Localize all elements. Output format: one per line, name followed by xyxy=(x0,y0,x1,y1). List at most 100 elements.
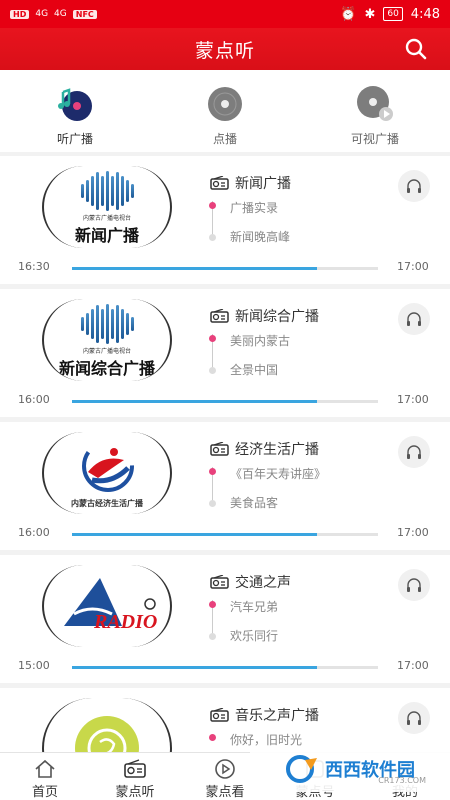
tab-visual-broadcast[interactable]: 可视广播 xyxy=(300,70,450,152)
radio-icon xyxy=(210,575,229,589)
progress-fill xyxy=(72,533,317,536)
watermark-logo xyxy=(286,755,317,783)
sound-wave-logo xyxy=(80,303,134,344)
status-network-2: 4G xyxy=(54,9,67,19)
watermark-subtext: CR173.COM xyxy=(378,776,426,785)
status-indicators: HD 4G 4G NFC xyxy=(10,9,97,19)
current-program-dot xyxy=(209,601,216,608)
program-start-time: 15:00 xyxy=(18,659,50,672)
next-program: 新闻晚高峰 xyxy=(230,230,291,244)
station-card[interactable]: 音乐之声广播 你好，旧时光 xyxy=(0,688,450,752)
play-icon xyxy=(215,759,235,779)
station-name: 经济生活广播 xyxy=(235,442,319,458)
logo-caption: 内蒙古广播电视台 xyxy=(82,214,131,222)
headphones-icon xyxy=(407,578,421,592)
station-name: 新闻综合广播 xyxy=(235,309,319,325)
current-program: 美丽内蒙古 xyxy=(230,334,291,348)
station-name: 音乐之声广播 xyxy=(235,708,319,724)
traffic-radio-logo: RADIO xyxy=(64,578,157,633)
logo-caption: 内蒙古广播电视台 xyxy=(82,347,131,355)
status-nfc-badge: NFC xyxy=(72,9,97,19)
listen-button[interactable] xyxy=(398,303,430,335)
next-program: 美食品客 xyxy=(230,496,279,510)
program-start-time: 16:00 xyxy=(18,526,50,539)
station-logo: 内蒙古广播电视台 新闻综合广播 xyxy=(42,299,172,381)
listen-button[interactable] xyxy=(398,170,430,202)
current-program: 《百年天寿讲座》 xyxy=(230,467,327,481)
program-end-time: 17:00 xyxy=(397,659,429,672)
status-time: 4:48 xyxy=(410,6,440,22)
station-card[interactable]: 内蒙古经济生活广播 经济生活广播 《百年天寿讲座》 美食品客 16:00 17:… xyxy=(0,422,450,550)
program-progress xyxy=(72,400,378,403)
station-logo: 内蒙古经济生活广播 xyxy=(42,432,172,514)
radio-icon xyxy=(210,708,229,722)
search-icon[interactable] xyxy=(404,37,428,61)
music-disc-icon xyxy=(58,88,92,121)
tab-listen-broadcast[interactable]: 听广播 xyxy=(0,70,150,152)
tab-label: 点播 xyxy=(212,132,237,146)
headphones-icon xyxy=(407,179,421,193)
listen-button[interactable] xyxy=(398,569,430,601)
listen-button[interactable] xyxy=(398,436,430,468)
next-program-dot xyxy=(209,367,216,374)
radio-icon xyxy=(210,309,229,323)
tab-label: 可视广播 xyxy=(350,132,399,146)
logo-radio-text: RADIO xyxy=(93,611,157,633)
program-end-time: 17:00 xyxy=(397,393,429,406)
radio-icon xyxy=(124,759,146,778)
headphones-icon xyxy=(407,445,421,459)
current-program-dot xyxy=(209,734,216,741)
page-title: 蒙点听 xyxy=(194,39,255,62)
sound-wave-logo xyxy=(80,170,134,211)
logo-title: 新闻广播 xyxy=(74,225,139,245)
station-card[interactable]: RADIO 交通之声 汽车兄弟 欢乐同行 15:00 17:00 xyxy=(0,555,450,683)
station-logo: 内蒙古广播电视台 新闻广播 xyxy=(42,166,172,248)
headphones-icon xyxy=(407,312,421,326)
economy-station-logo xyxy=(82,439,134,492)
status-right: ⏰ ✱ 60 4:48 xyxy=(340,7,440,22)
headphones-icon xyxy=(407,711,421,725)
status-network-1: 4G xyxy=(35,9,49,19)
nav-label: 蒙点听 xyxy=(115,785,155,800)
current-program-dot xyxy=(209,335,216,342)
program-progress xyxy=(72,533,378,536)
station-card[interactable]: 内蒙古广播电视台 新闻综合广播 新闻综合广播 美丽内蒙古 全景中国 16:00 … xyxy=(0,289,450,417)
status-bar: HD 4G 4G NFC ⏰ ✱ 60 4:48 xyxy=(0,0,450,28)
home-icon xyxy=(35,759,55,778)
logo-title: 新闻综合广播 xyxy=(58,358,155,378)
category-tabs: 听广播 点播 可视广播 xyxy=(0,70,450,152)
progress-fill xyxy=(72,267,317,270)
station-logo xyxy=(42,698,172,752)
status-hd-badge: HD xyxy=(10,9,30,19)
program-end-time: 17:00 xyxy=(397,526,429,539)
program-start-time: 16:30 xyxy=(18,260,50,273)
station-card[interactable]: 内蒙古广播电视台 新闻广播 新闻广播 广播实录 新闻晚高峰 16:30 17:0… xyxy=(0,156,450,284)
bluetooth-icon: ✱ xyxy=(364,6,376,22)
nav-listen[interactable]: 蒙点听 xyxy=(90,753,180,800)
current-program-dot xyxy=(209,468,216,475)
current-program: 汽车兄弟 xyxy=(230,600,279,614)
current-program: 广播实录 xyxy=(230,201,279,215)
program-progress xyxy=(72,666,378,669)
next-program: 全景中国 xyxy=(230,363,279,377)
listen-button[interactable] xyxy=(398,702,430,734)
disc-icon xyxy=(208,87,242,121)
nav-label: 蒙点看 xyxy=(205,785,245,800)
program-end-time: 17:00 xyxy=(397,260,429,273)
logo-caption: 内蒙古经济生活广播 xyxy=(71,498,143,508)
tab-on-demand[interactable]: 点播 xyxy=(150,70,300,152)
next-program-dot xyxy=(209,633,216,640)
station-name: 交通之声 xyxy=(235,575,291,591)
disc-play-icon xyxy=(357,86,393,121)
radio-icon xyxy=(210,176,229,190)
program-start-time: 16:00 xyxy=(18,393,50,406)
tab-label: 听广播 xyxy=(56,132,93,146)
next-program-dot xyxy=(209,500,216,507)
progress-fill xyxy=(72,666,317,669)
program-progress xyxy=(72,267,378,270)
radio-icon xyxy=(210,442,229,456)
nav-home[interactable]: 首页 xyxy=(0,753,90,800)
alarm-icon: ⏰ xyxy=(340,6,357,22)
next-program-dot xyxy=(209,234,216,241)
app-header: 蒙点听 xyxy=(0,28,450,70)
